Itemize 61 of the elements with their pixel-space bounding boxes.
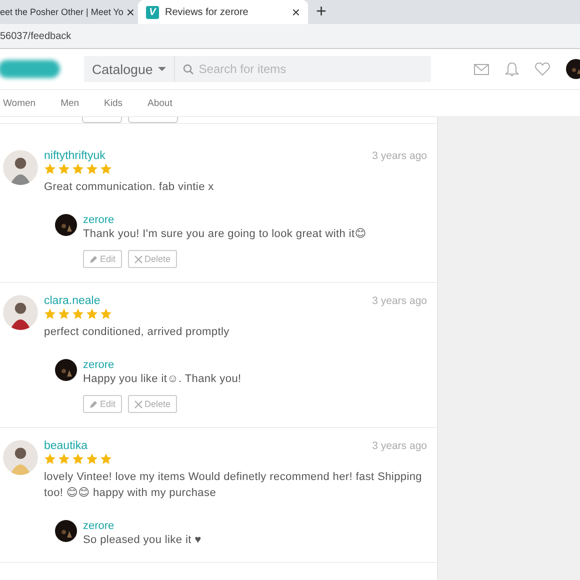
star-icon: [44, 163, 56, 175]
review-text: lovely Vintee! love my items Would definetly recommend her! fast Shipping too! 😊😊 happy with my purchase: [44, 470, 423, 501]
heart-icon[interactable]: [535, 62, 550, 76]
timestamp: 3 years ago: [372, 295, 427, 307]
reply-text: So pleased you like it ♥: [83, 533, 202, 548]
bell-icon[interactable]: [505, 62, 519, 76]
star-icon: [44, 453, 56, 465]
nav-link[interactable]: Kids: [101, 98, 145, 108]
browser-tab[interactable]: eet the Posher Other | Meet Yo ×: [0, 0, 136, 24]
star-icon: [44, 308, 56, 320]
username-link[interactable]: niftythriftyuk: [44, 150, 106, 162]
username-link[interactable]: beautika: [44, 440, 88, 452]
edit-button[interactable]: Edit: [83, 395, 122, 413]
search-icon: [182, 64, 194, 75]
pencil-icon: [89, 254, 98, 264]
delete-button[interactable]: Delete: [128, 395, 177, 413]
review-text: perfect conditioned, arrived promptly: [44, 325, 230, 340]
close-tab-button[interactable]: ×: [126, 4, 135, 20]
close-icon: [134, 400, 143, 408]
reply-text: Happy you like it☺. Thank you!: [83, 372, 242, 387]
url-field[interactable]: 56037/feedback: [0, 30, 72, 42]
partial-button[interactable]: [82, 117, 122, 123]
edit-button[interactable]: Edit: [83, 250, 122, 268]
tab-title: eet the Posher Other | Meet Yo: [0, 7, 124, 17]
mail-icon[interactable]: [474, 64, 489, 74]
blurred-logo: [0, 60, 60, 78]
new-tab-button[interactable]: +: [316, 1, 327, 22]
tab-title: Reviews for zerore: [165, 6, 250, 18]
partial-button[interactable]: [128, 117, 178, 123]
delete-button[interactable]: Delete: [128, 250, 177, 268]
username-link[interactable]: zerore: [83, 359, 242, 371]
star-icon: [72, 308, 84, 320]
star-icon: [58, 308, 70, 320]
star-icon: [100, 308, 112, 320]
star-icon: [100, 163, 112, 175]
search-field[interactable]: Search for items: [174, 56, 431, 82]
browser-tab[interactable]: V Reviews for zerore ×: [138, 0, 308, 24]
star-icon: [58, 163, 70, 175]
nav-link[interactable]: Men: [58, 98, 102, 108]
review-text: Great communication. fab vintie x: [44, 180, 215, 195]
pencil-icon: [89, 400, 98, 408]
username-link[interactable]: clara.neale: [44, 295, 100, 307]
nav-link[interactable]: About: [144, 98, 194, 108]
close-tab-button[interactable]: ×: [292, 4, 300, 20]
star-icon: [86, 163, 98, 175]
nav-link[interactable]: Women: [0, 98, 58, 108]
username-link[interactable]: zerore: [83, 214, 366, 226]
timestamp: 3 years ago: [372, 150, 427, 162]
close-icon: [134, 254, 143, 264]
favicon: V: [146, 6, 159, 18]
star-icon: [72, 453, 84, 465]
star-icon: [86, 308, 98, 320]
star-icon: [72, 163, 84, 175]
star-icon: [58, 453, 70, 465]
star-icon: [86, 453, 98, 465]
timestamp: 3 years ago: [372, 440, 427, 452]
username-link[interactable]: zerore: [83, 520, 202, 532]
reply-text: Thank you! I'm sure you are going to look great with it😊: [83, 227, 366, 242]
catalogue-dropdown[interactable]: Catalogue: [84, 56, 175, 82]
star-icon: [100, 453, 112, 465]
caret-icon: [158, 67, 166, 71]
